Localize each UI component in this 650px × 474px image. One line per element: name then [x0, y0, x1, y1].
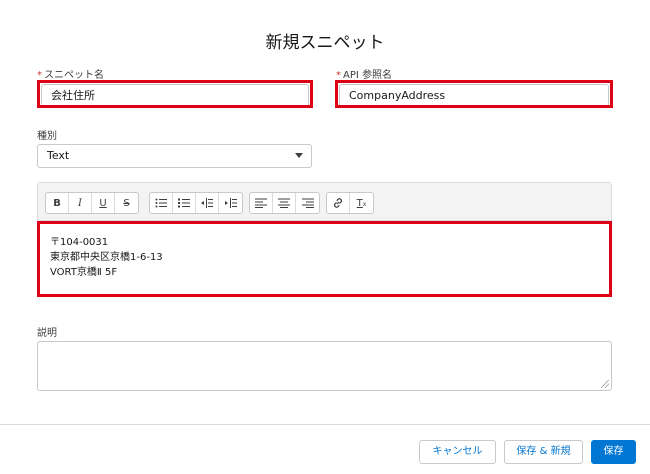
- outdent-button[interactable]: [196, 193, 219, 213]
- bold-button[interactable]: B: [46, 193, 69, 213]
- modal-title: 新規スニペット: [265, 33, 385, 53]
- strikethrough-button[interactable]: S: [115, 193, 138, 213]
- chevron-down-icon: [295, 153, 303, 158]
- numbered-list-icon: [178, 198, 190, 208]
- api-name-input[interactable]: CompanyAddress: [339, 84, 609, 108]
- editor-toolbar: B I U S Tx: [38, 183, 611, 221]
- type-label: 種別: [37, 131, 57, 142]
- snippet-name-input[interactable]: 会社住所: [41, 84, 309, 108]
- indent-icon: [224, 198, 237, 208]
- align-right-button[interactable]: [296, 193, 319, 213]
- save-button[interactable]: 保存: [591, 440, 636, 464]
- bold-icon: B: [53, 197, 61, 209]
- numbered-list-button[interactable]: [173, 193, 196, 213]
- align-center-button[interactable]: [273, 193, 296, 213]
- link-icon: [334, 198, 342, 208]
- link-button[interactable]: [327, 193, 350, 213]
- cancel-button[interactable]: キャンセル: [419, 440, 496, 464]
- align-left-button[interactable]: [250, 193, 273, 213]
- underline-icon: U: [99, 197, 107, 209]
- body-line: 東京都中央区京橋1-6-13: [50, 252, 163, 263]
- resize-handle-icon[interactable]: [601, 380, 609, 388]
- list-group: [149, 192, 243, 214]
- underline-button[interactable]: U: [92, 193, 115, 213]
- body-line: VORT京橋Ⅱ 5F: [50, 267, 118, 278]
- align-center-icon: [278, 198, 290, 208]
- italic-icon: I: [78, 197, 82, 209]
- body-line: 〒104-0031: [50, 237, 109, 248]
- editor-content[interactable]: 〒104-0031 東京都中央区京橋1-6-13 VORT京橋Ⅱ 5F: [50, 235, 163, 280]
- required-mark: *: [336, 70, 341, 81]
- format-group: B I U S: [45, 192, 139, 214]
- api-name-label-text: API 参照名: [343, 70, 392, 81]
- modal-footer: キャンセル 保存 & 新規 保存: [0, 424, 650, 474]
- clear-format-icon: Tx: [356, 197, 367, 209]
- snippet-name-label: * スニペット名: [37, 66, 104, 81]
- save-and-new-button[interactable]: 保存 & 新規: [504, 440, 583, 464]
- misc-group: Tx: [326, 192, 374, 214]
- align-right-icon: [301, 198, 314, 208]
- indent-button[interactable]: [219, 193, 242, 213]
- rich-text-editor: B I U S Tx 〒104-0031 東京都中央区京橋1-6-13 VORT…: [37, 182, 612, 297]
- strikethrough-icon: S: [123, 197, 130, 209]
- required-mark: *: [37, 70, 42, 81]
- bullet-list-button[interactable]: [150, 193, 173, 213]
- type-select[interactable]: Text: [37, 144, 312, 168]
- description-label: 説明: [37, 328, 57, 339]
- align-left-icon: [255, 198, 267, 208]
- type-selected-value: Text: [47, 149, 70, 162]
- align-group: [249, 192, 320, 214]
- snippet-name-label-text: スニペット名: [44, 70, 104, 81]
- italic-button[interactable]: I: [69, 193, 92, 213]
- outdent-icon: [201, 198, 213, 208]
- description-textarea[interactable]: [37, 341, 612, 391]
- clear-format-button[interactable]: Tx: [350, 193, 373, 213]
- api-name-label: * API 参照名: [336, 66, 392, 81]
- bullet-list-icon: [155, 198, 167, 208]
